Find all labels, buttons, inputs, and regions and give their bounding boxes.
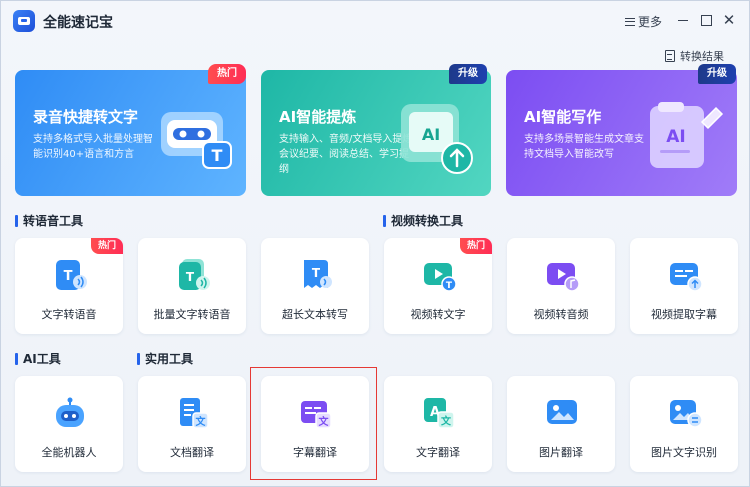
upgrade-badge: 升级 bbox=[449, 64, 487, 84]
tool-label: 全能机器人 bbox=[41, 446, 97, 459]
maximize-button[interactable] bbox=[698, 12, 714, 28]
svg-text:T: T bbox=[64, 269, 73, 284]
conversion-results-button[interactable]: 转换结果 bbox=[665, 48, 724, 64]
image-ocr-icon bbox=[670, 400, 702, 428]
tool-image-ocr[interactable]: 图片文字识别 bbox=[630, 376, 738, 472]
title-bar: 全能速记宝 更多 ✕ bbox=[1, 1, 750, 41]
svg-text:T: T bbox=[186, 270, 195, 284]
tool-document-translate[interactable]: 文 文档翻译 bbox=[138, 376, 246, 472]
text-to-speech-icon: T bbox=[56, 260, 87, 290]
feature-description: 支持输入、音频/文档导入提炼会议纪要、阅读总结、学习提纲 bbox=[279, 134, 413, 175]
tool-label: 视频转音频 bbox=[533, 308, 589, 321]
batch-text-to-speech-icon: T bbox=[179, 259, 210, 290]
ai-extract-illustration-icon: AI bbox=[401, 104, 473, 174]
video-subtitle-icon bbox=[670, 263, 702, 292]
hot-badge: 热门 bbox=[459, 238, 492, 254]
menu-icon bbox=[625, 17, 635, 26]
feature-title: AI智能提炼 bbox=[279, 108, 357, 126]
feature-title: AI智能写作 bbox=[524, 108, 602, 126]
section-utility-tools: 实用工具 bbox=[137, 350, 193, 367]
tool-image-translate[interactable]: 图片翻译 bbox=[507, 376, 615, 472]
robot-icon bbox=[56, 397, 84, 427]
section-label: AI工具 bbox=[23, 352, 61, 366]
feature-title: 录音快捷转文字 bbox=[33, 108, 139, 126]
feature-card-ai-extract[interactable]: AI智能提炼 支持输入、音频/文档导入提炼会议纪要、阅读总结、学习提纲 AI 升… bbox=[261, 64, 491, 196]
svg-text:文: 文 bbox=[196, 415, 207, 428]
svg-text:T: T bbox=[312, 266, 321, 280]
text-translate-icon: A 文 bbox=[424, 398, 455, 429]
tool-label: 视频提取字幕 bbox=[651, 308, 717, 321]
feature-card-background: AI智能写作 支持多场景智能生成文章支持文档导入智能改写 AI bbox=[506, 70, 737, 196]
ai-writing-illustration-icon: AI bbox=[650, 102, 724, 168]
section-label: 实用工具 bbox=[145, 352, 194, 366]
svg-text:T: T bbox=[212, 146, 223, 165]
feature-description: 支持多场景智能生成文章支持文档导入智能改写 bbox=[524, 134, 644, 160]
section-label: 转语音工具 bbox=[23, 214, 84, 228]
svg-text:T: T bbox=[446, 281, 453, 291]
tool-video-extract-subtitles[interactable]: 视频提取字幕 bbox=[630, 238, 738, 334]
app-title: 全能速记宝 bbox=[43, 15, 113, 31]
tool-label: 文字转语音 bbox=[41, 308, 97, 321]
feature-card-background: 录音快捷转文字 支持多格式导入批量处理智能识别40+语言和方言 T bbox=[15, 70, 246, 196]
svg-text:AI: AI bbox=[422, 125, 440, 144]
video-to-audio-icon bbox=[547, 263, 579, 292]
conversion-results-label: 转换结果 bbox=[680, 50, 724, 63]
tool-text-translate[interactable]: A 文 文字翻译 bbox=[384, 376, 492, 472]
doc-translate-icon: 文 bbox=[180, 398, 209, 429]
image-translate-icon bbox=[547, 400, 577, 424]
feature-card-recording[interactable]: 录音快捷转文字 支持多格式导入批量处理智能识别40+语言和方言 T 热门 bbox=[15, 64, 246, 196]
tool-label: 文档翻译 bbox=[170, 446, 214, 459]
tool-all-round-robot[interactable]: 全能机器人 bbox=[15, 376, 123, 472]
tool-label: 超长文本转写 bbox=[282, 308, 348, 321]
feature-card-background: AI智能提炼 支持输入、音频/文档导入提炼会议纪要、阅读总结、学习提纲 AI bbox=[261, 70, 491, 196]
app-logo-icon bbox=[13, 10, 35, 32]
section-speech-tools: 转语音工具 bbox=[15, 212, 83, 229]
recorder-illustration-icon: T bbox=[161, 112, 232, 169]
tool-video-to-audio[interactable]: 视频转音频 bbox=[507, 238, 615, 334]
section-ai-tools: AI工具 bbox=[15, 350, 61, 367]
section-video-tools: 视频转换工具 bbox=[383, 212, 463, 229]
hot-badge: 热门 bbox=[208, 64, 246, 84]
feature-description: 支持多格式导入批量处理智能识别40+语言和方言 bbox=[33, 134, 153, 160]
section-label: 视频转换工具 bbox=[391, 214, 464, 228]
more-menu-button[interactable]: 更多 bbox=[625, 13, 662, 30]
document-icon bbox=[665, 50, 675, 62]
minimize-button[interactable] bbox=[675, 12, 691, 28]
svg-text:文: 文 bbox=[441, 415, 452, 428]
app-window: 全能速记宝 更多 ✕ 转换结果 录音快捷转文字 支持多格式导入批量处理智能识别4… bbox=[0, 0, 750, 487]
tool-long-text-transcribe[interactable]: T 超长文本转写 bbox=[261, 238, 369, 334]
feature-card-ai-writing[interactable]: AI智能写作 支持多场景智能生成文章支持文档导入智能改写 AI 升级 bbox=[506, 64, 737, 196]
tool-label: 批量文字转语音 bbox=[153, 308, 231, 321]
tool-video-to-text[interactable]: T 热门 视频转文字 bbox=[384, 238, 492, 334]
tool-label: 视频转文字 bbox=[410, 308, 466, 321]
hot-badge: 热门 bbox=[90, 238, 123, 254]
tool-label: 图片文字识别 bbox=[651, 446, 717, 459]
video-to-text-icon: T bbox=[424, 263, 456, 292]
tool-label: 文字翻译 bbox=[416, 446, 460, 459]
tool-text-to-speech[interactable]: T 热门 文字转语音 bbox=[15, 238, 123, 334]
tool-batch-text-to-speech[interactable]: T 批量文字转语音 bbox=[138, 238, 246, 334]
close-button[interactable]: ✕ bbox=[721, 12, 737, 28]
selection-highlight bbox=[250, 367, 377, 480]
tool-label: 图片翻译 bbox=[539, 446, 583, 459]
upgrade-badge: 升级 bbox=[698, 64, 736, 84]
svg-text:AI: AI bbox=[666, 127, 685, 147]
long-text-icon: T bbox=[304, 260, 332, 288]
more-label: 更多 bbox=[638, 15, 663, 29]
